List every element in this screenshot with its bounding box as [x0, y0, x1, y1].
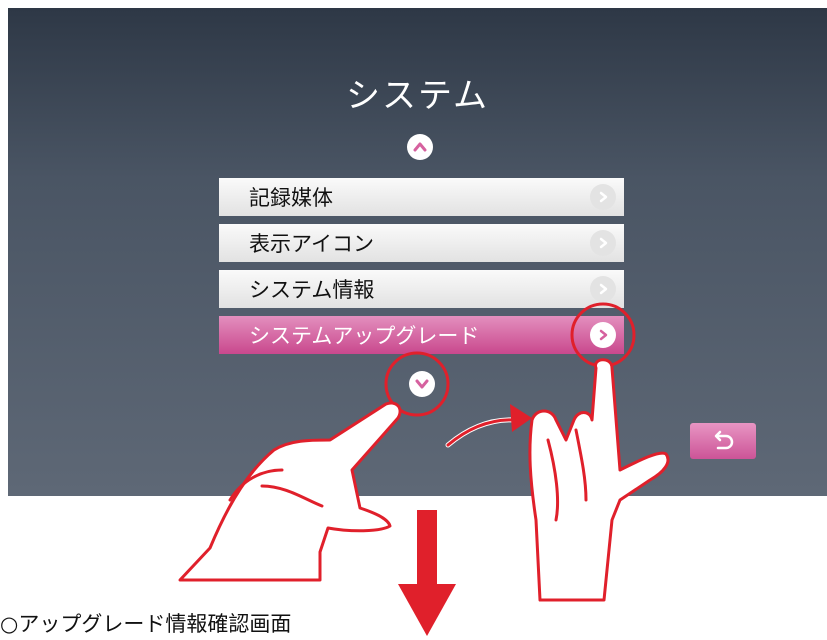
instruction-overlay: [178, 302, 670, 636]
highlight-circle-arrow: [570, 302, 636, 368]
caption-text: ○アップグレード情報確認画面: [0, 612, 292, 636]
down-arrow-icon: [398, 510, 456, 636]
curved-arrow-icon: [445, 404, 532, 448]
hand-pointer-right-icon: [528, 358, 670, 602]
hand-pointer-left-icon: [178, 401, 402, 582]
